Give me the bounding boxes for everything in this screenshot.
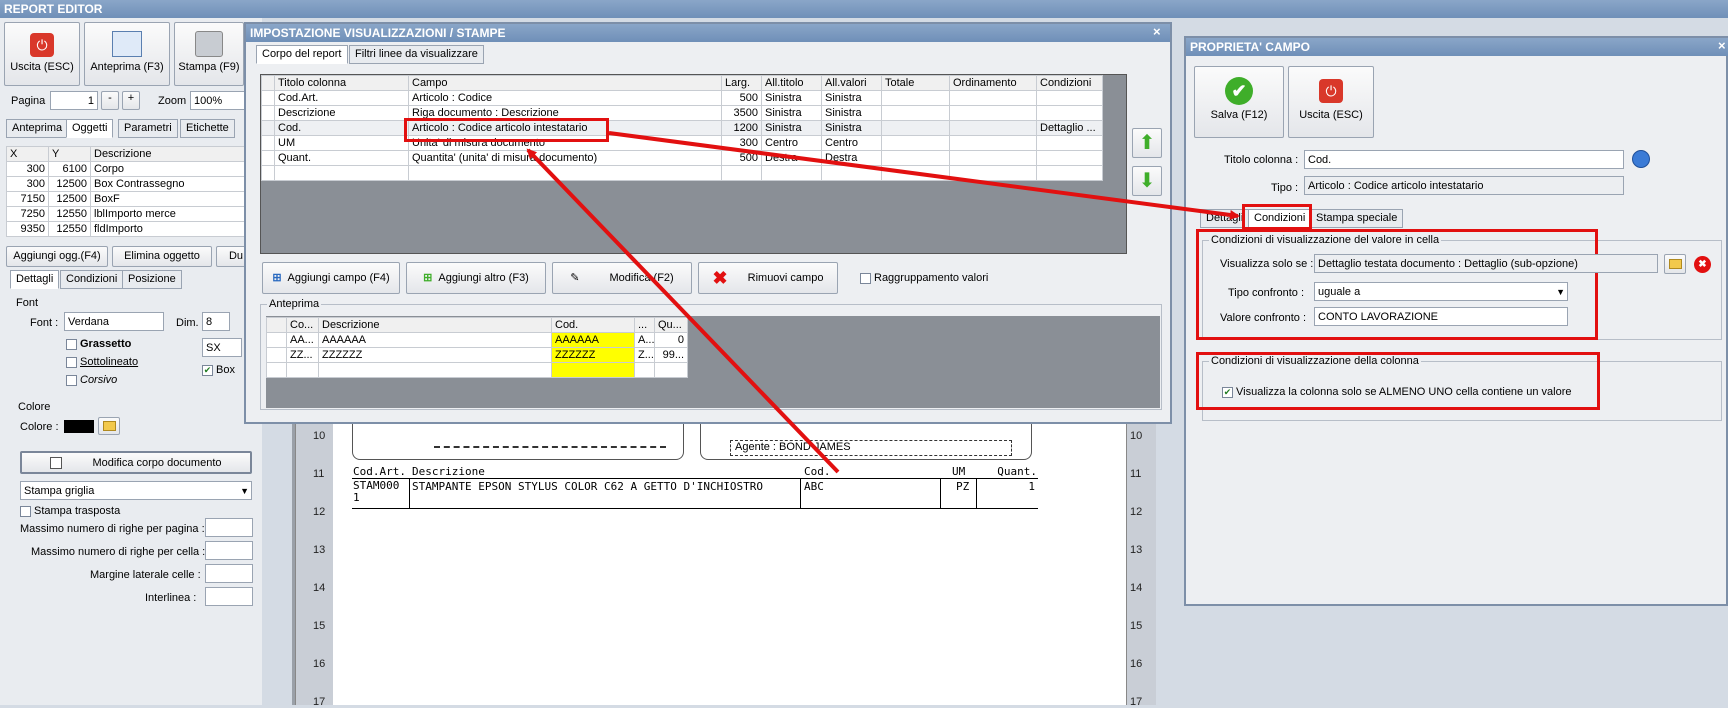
arrow-to-conditions-tab bbox=[608, 131, 1240, 220]
arrow-from-document-to-field bbox=[526, 148, 840, 474]
annotation-arrows bbox=[526, 131, 1240, 474]
